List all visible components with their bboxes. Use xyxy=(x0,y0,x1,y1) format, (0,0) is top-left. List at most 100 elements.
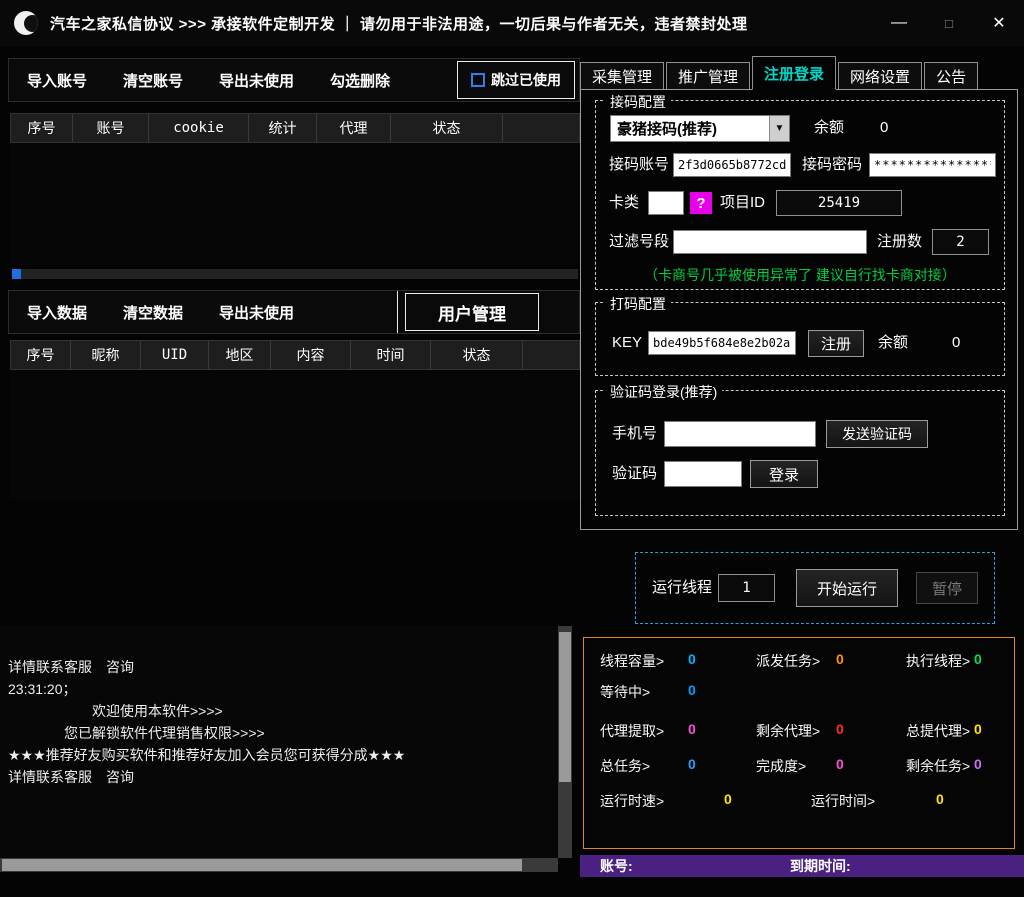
stats-panel: 线程容量> 0 派发任务> 0 执行线程> 0 等待中> 0 代理提取> 0 剩… xyxy=(583,637,1015,849)
stat-run-speed-label: 运行时速> xyxy=(600,791,664,811)
app-logo-icon xyxy=(14,11,38,35)
accounts-col-proxy: 代理 xyxy=(317,114,391,142)
stat-waiting-value: 0 xyxy=(688,682,696,698)
log-line: 您已解锁软件代理销售权限>>>> xyxy=(8,722,558,744)
log-horizontal-scrollbar[interactable] xyxy=(0,858,558,872)
log-line: 详情联系客服 咨询 xyxy=(8,656,558,678)
thread-count-input[interactable] xyxy=(718,574,775,602)
accounts-col-filler xyxy=(503,114,579,142)
captcha-key-input[interactable] xyxy=(648,331,796,355)
stat-tasks-left-value: 0 xyxy=(974,756,982,772)
footer-account-label: 账号: xyxy=(600,856,633,876)
log-vscroll-thumb[interactable] xyxy=(559,632,571,782)
stat-proxy-fetch-value: 0 xyxy=(688,721,696,737)
minimize-button[interactable]: — xyxy=(874,0,924,46)
code-input[interactable] xyxy=(664,461,742,487)
card-type-help-button[interactable]: ? xyxy=(690,192,712,214)
users-table-body[interactable] xyxy=(10,370,580,500)
users-col-filler xyxy=(523,341,579,369)
pause-button[interactable]: 暂停 xyxy=(916,572,978,604)
clear-accounts-button[interactable]: 清空账号 xyxy=(123,70,183,91)
stat-dispatch-tasks-label: 派发任务> xyxy=(756,651,820,671)
stat-total-tasks-value: 0 xyxy=(688,756,696,772)
accounts-progress-fill xyxy=(12,269,21,279)
sms-account-label: 接码账号 xyxy=(609,152,669,178)
stat-tasks-left-label: 剩余任务> xyxy=(906,756,970,776)
maximize-button[interactable]: □ xyxy=(924,0,974,46)
log-hscroll-thumb[interactable] xyxy=(2,859,522,871)
import-accounts-button[interactable]: 导入账号 xyxy=(27,70,87,91)
register-count-input[interactable] xyxy=(932,229,989,255)
phone-input[interactable] xyxy=(664,421,816,447)
captcha-register-button[interactable]: 注册 xyxy=(808,330,864,357)
register-count-label: 注册数 xyxy=(877,229,922,255)
stat-proxy-left-label: 剩余代理> xyxy=(756,721,820,741)
export-unused-accounts-button[interactable]: 导出未使用 xyxy=(219,70,294,91)
tab-register-login[interactable]: 注册登录 xyxy=(752,56,836,90)
stat-waiting-label: 等待中> xyxy=(600,682,650,702)
run-controls-box: 运行线程 开始运行 暂停 xyxy=(635,552,995,624)
captcha-config-group: 打码配置 KEY 注册 余额 0 xyxy=(595,302,1005,376)
accounts-toolbar: 导入账号 清空账号 导出未使用 勾选删除 跳过已使用 xyxy=(8,58,580,102)
sms-account-input[interactable] xyxy=(673,153,791,177)
captcha-balance-label: 余额 xyxy=(878,330,908,356)
code-login-group: 验证码登录(推荐) 手机号 发送验证码 验证码 登录 xyxy=(595,390,1005,516)
tab-promote[interactable]: 推广管理 xyxy=(666,62,750,90)
users-col-content: 内容 xyxy=(271,341,351,369)
user-manage-button[interactable]: 用户管理 xyxy=(405,293,539,331)
import-data-button[interactable]: 导入数据 xyxy=(27,302,87,323)
filter-prefix-input[interactable] xyxy=(673,230,867,254)
stat-run-time-label: 运行时间> xyxy=(811,791,875,811)
accounts-col-stats: 统计 xyxy=(249,114,317,142)
accounts-progress-bar xyxy=(12,269,578,279)
log-line: ★★★推荐好友购买软件和推荐好友加入会员您可获得分成★★★ xyxy=(8,744,558,766)
stat-proxy-fetch-label: 代理提取> xyxy=(600,721,664,741)
start-run-button[interactable]: 开始运行 xyxy=(796,569,898,607)
sms-balance-label: 余额 xyxy=(814,115,844,141)
license-footer-bar: 账号: 到期时间: xyxy=(580,855,1024,877)
stat-thread-capacity-value: 0 xyxy=(688,651,696,667)
phone-label: 手机号 xyxy=(612,421,657,447)
skip-used-checkbox[interactable] xyxy=(471,73,485,87)
tab-announcement[interactable]: 公告 xyxy=(924,62,978,90)
log-line: 欢迎使用本软件>>>> xyxy=(8,700,558,722)
export-unused-data-button[interactable]: 导出未使用 xyxy=(219,302,294,323)
app-window: 汽车之家私信协议 >>> 承接软件定制开发 ｜ 请勿用于非法用途，一切后果与作者… xyxy=(0,0,1024,897)
users-col-region: 地区 xyxy=(209,341,271,369)
project-id-input[interactable] xyxy=(776,190,902,216)
tab-network[interactable]: 网络设置 xyxy=(838,62,922,90)
send-code-button[interactable]: 发送验证码 xyxy=(826,420,928,448)
card-type-label: 卡类 xyxy=(609,190,639,216)
stat-proxy-left-value: 0 xyxy=(836,721,844,737)
dropdown-arrow-icon: ▼ xyxy=(769,116,789,141)
check-delete-button[interactable]: 勾选删除 xyxy=(330,70,390,91)
accounts-col-account: 账号 xyxy=(73,114,149,142)
tab-collect[interactable]: 采集管理 xyxy=(580,62,664,90)
stat-completion-label: 完成度> xyxy=(756,756,806,776)
skip-used-group: 跳过已使用 xyxy=(457,61,575,99)
log-vertical-scrollbar[interactable] xyxy=(558,626,572,858)
sms-balance-value: 0 xyxy=(880,115,888,141)
close-button[interactable]: ✕ xyxy=(974,0,1024,46)
stat-exec-threads-label: 执行线程> xyxy=(906,651,970,671)
code-login-title: 验证码登录(推荐) xyxy=(605,382,722,402)
log-area[interactable]: 详情联系客服 咨询 23:31:20； 欢迎使用本软件>>>> 您已解锁软件代理… xyxy=(0,626,558,858)
sms-config-group: 接码配置 豪猪接码(推荐) ▼ 余额 0 接码账号 接码密码 卡类 ? 项目ID… xyxy=(595,100,1005,290)
accounts-table-body[interactable] xyxy=(10,143,580,265)
clear-data-button[interactable]: 清空数据 xyxy=(123,302,183,323)
users-col-time: 时间 xyxy=(351,341,431,369)
users-col-nickname: 昵称 xyxy=(71,341,141,369)
accounts-col-index: 序号 xyxy=(11,114,73,142)
login-button[interactable]: 登录 xyxy=(750,460,818,488)
card-type-input[interactable] xyxy=(648,191,684,215)
code-label: 验证码 xyxy=(612,461,657,487)
stat-total-tasks-label: 总任务> xyxy=(600,756,650,776)
stat-thread-capacity-label: 线程容量> xyxy=(600,651,664,671)
sms-password-input[interactable] xyxy=(869,153,996,177)
users-col-uid: UID xyxy=(141,341,209,369)
accounts-col-status: 状态 xyxy=(391,114,503,142)
project-id-label: 项目ID xyxy=(720,190,765,216)
stat-run-speed-value: 0 xyxy=(724,791,732,807)
sms-provider-dropdown[interactable]: 豪猪接码(推荐) ▼ xyxy=(610,115,790,142)
tab-bar: 采集管理 推广管理 注册登录 网络设置 公告 xyxy=(580,56,980,90)
